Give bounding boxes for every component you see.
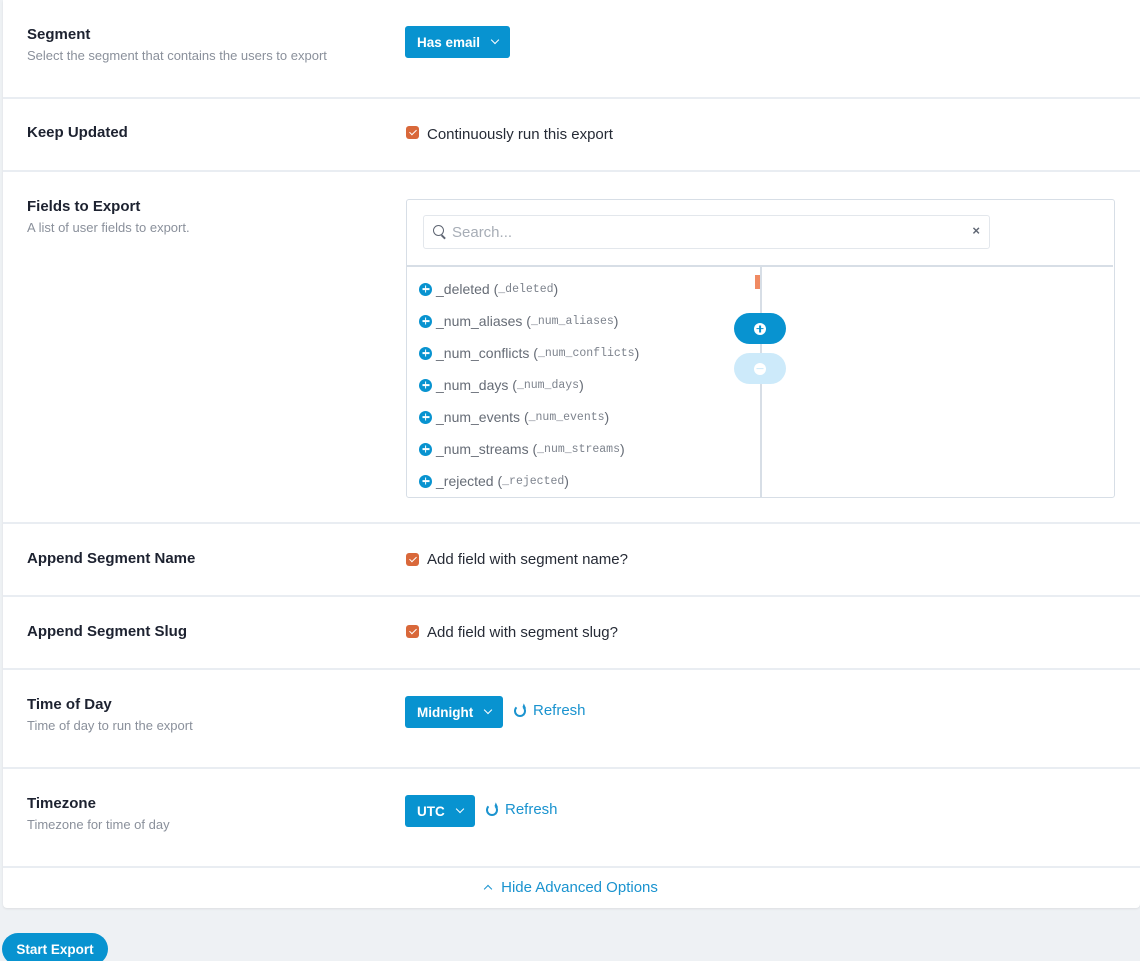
hide-advanced-options-link[interactable]: Hide Advanced Options — [3, 868, 1140, 906]
segment-dropdown[interactable]: Has email — [405, 26, 511, 58]
timezone-refresh-link[interactable]: Refresh — [486, 801, 558, 818]
keep-updated-row: Keep Updated Continuously run this expor… — [3, 99, 1140, 172]
time-of-day-description: Time of day to run the export — [27, 718, 193, 733]
chevron-down-icon — [483, 705, 493, 715]
append-slug-checkbox[interactable] — [406, 625, 419, 638]
start-export-button[interactable]: Start Export — [2, 933, 108, 961]
add-circle-icon[interactable] — [419, 282, 432, 296]
timezone-row: Timezone Timezone for time of day UTC Re… — [3, 769, 1140, 868]
list-item[interactable]: _num_streams (_num_streams) — [419, 433, 749, 465]
append-name-checkbox[interactable] — [406, 553, 419, 566]
chevron-down-icon — [455, 804, 464, 814]
refresh-icon — [486, 803, 498, 816]
add-circle-icon[interactable] — [419, 410, 432, 424]
append-name-label: Append Segment Name — [27, 550, 196, 567]
list-item[interactable]: _deleted (_deleted) — [419, 273, 749, 305]
keep-updated-checkbox[interactable] — [406, 126, 419, 139]
list-item[interactable]: _rejected (_rejected) — [419, 465, 749, 497]
time-of-day-value: Midnight — [417, 704, 474, 720]
timezone-label: Timezone — [27, 795, 96, 812]
time-of-day-label: Time of Day — [27, 696, 112, 713]
timezone-value: UTC — [417, 803, 445, 819]
time-of-day-refresh-link[interactable]: Refresh — [514, 702, 586, 719]
field-search-input[interactable] — [452, 220, 952, 244]
available-fields-list: _deleted (_deleted) _num_aliases (_num_a… — [419, 273, 749, 497]
list-item[interactable]: _num_aliases (_num_aliases) — [419, 305, 749, 337]
timezone-description: Timezone for time of day — [27, 817, 170, 832]
search-icon — [433, 225, 444, 236]
chevron-up-icon — [483, 884, 493, 894]
selected-fields-list — [763, 267, 1113, 496]
add-circle-icon[interactable] — [419, 474, 432, 488]
time-of-day-dropdown[interactable]: Midnight — [405, 696, 504, 728]
refresh-icon — [514, 704, 526, 717]
scrollbar-thumb[interactable] — [755, 275, 760, 289]
chevron-down-icon — [490, 35, 500, 45]
add-circle-icon[interactable] — [419, 378, 432, 392]
keep-updated-checkbox-label[interactable]: Continuously run this export — [427, 126, 613, 143]
field-picker: × _deleted (_deleted) _num_aliases (_num… — [406, 199, 1115, 498]
append-slug-checkbox-label[interactable]: Add field with segment slug? — [427, 624, 618, 641]
add-circle-icon[interactable] — [419, 346, 432, 360]
fields-description: A list of user fields to export. — [27, 220, 190, 235]
keep-updated-label: Keep Updated — [27, 124, 128, 141]
list-item[interactable]: _num_conflicts (_num_conflicts) — [419, 337, 749, 369]
segment-description: Select the segment that contains the use… — [27, 48, 327, 63]
clear-search-icon[interactable]: × — [972, 223, 980, 238]
export-settings-card: Segment Select the segment that contains… — [3, 0, 1140, 908]
append-slug-label: Append Segment Slug — [27, 623, 188, 640]
segment-row: Segment Select the segment that contains… — [3, 0, 1140, 99]
append-name-checkbox-label[interactable]: Add field with segment name? — [427, 551, 628, 568]
segment-dropdown-value: Has email — [417, 34, 481, 50]
append-name-row: Append Segment Name Add field with segme… — [3, 524, 1140, 597]
field-search: × — [423, 215, 990, 249]
add-circle-icon[interactable] — [419, 442, 432, 456]
add-circle-icon[interactable] — [419, 314, 432, 328]
segment-label: Segment — [27, 26, 91, 43]
fields-label: Fields to Export — [27, 198, 141, 215]
list-item[interactable]: _num_events (_num_events) — [419, 401, 749, 433]
append-slug-row: Append Segment Slug Add field with segme… — [3, 597, 1140, 670]
list-item[interactable]: _num_days (_num_days) — [419, 369, 749, 401]
time-of-day-row: Time of Day Time of day to run the expor… — [3, 670, 1140, 769]
timezone-dropdown[interactable]: UTC — [405, 795, 475, 827]
